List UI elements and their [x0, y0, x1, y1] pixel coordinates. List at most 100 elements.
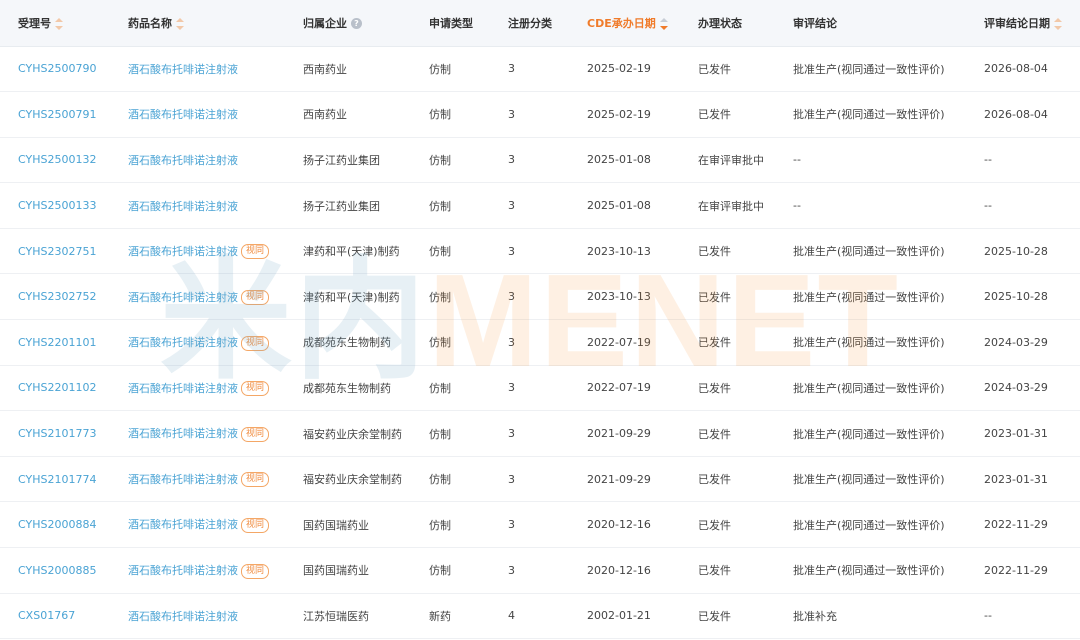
cell-drug-name-text[interactable]: 酒石酸布托啡诺注射液: [128, 336, 238, 349]
cell-drug-name[interactable]: 酒石酸布托啡诺注射液 视同: [110, 320, 285, 366]
cell-acceptance-no-text[interactable]: CYHS2000885: [18, 564, 96, 577]
cell-company: 成都苑东生物制药: [285, 365, 411, 411]
cell-drug-name[interactable]: 酒石酸布托啡诺注射液 视同: [110, 228, 285, 274]
cell-drug-name-text[interactable]: 酒石酸布托啡诺注射液: [128, 473, 238, 486]
sort-icon[interactable]: [1054, 17, 1062, 30]
cell-acceptance-no-text[interactable]: CYHS2201102: [18, 381, 96, 394]
cell-application-type: 仿制: [411, 320, 490, 366]
cell-acceptance-no[interactable]: CYHS2500791: [0, 92, 110, 138]
cell-acceptance-no[interactable]: CYHS2101774: [0, 456, 110, 502]
cell-acceptance-no-text[interactable]: CYHS2500133: [18, 199, 96, 212]
sort-icon[interactable]: [176, 17, 184, 30]
table-row[interactable]: CYHS2000885 酒石酸布托啡诺注射液 视同 国药国瑞药业 仿制 3 2020-12-…: [0, 548, 1080, 594]
cell-drug-name[interactable]: 酒石酸布托啡诺注射液: [110, 92, 285, 138]
cell-acceptance-no[interactable]: CYHS2500133: [0, 183, 110, 229]
cell-acceptance-no-text[interactable]: CYHS2000884: [18, 518, 96, 531]
cell-acceptance-no[interactable]: CYHS2000884: [0, 502, 110, 548]
cell-acceptance-no[interactable]: CYHS2000885: [0, 548, 110, 594]
cell-conclusion: 批准生产(视同通过一致性评价): [775, 456, 966, 502]
cell-acceptance-no[interactable]: CYHS2302751: [0, 228, 110, 274]
cell-drug-name[interactable]: 酒石酸布托啡诺注射液 视同: [110, 548, 285, 594]
cell-acceptance-no-text[interactable]: CYHS2302752: [18, 290, 96, 303]
cell-cde-date: 2025-02-19: [569, 46, 680, 92]
cell-drug-name[interactable]: 酒石酸布托啡诺注射液: [110, 593, 285, 639]
cell-acceptance-no-text[interactable]: CYHS2101774: [18, 473, 96, 486]
cell-acceptance-no[interactable]: CXS01767: [0, 593, 110, 639]
table-row[interactable]: CYHS2500791 酒石酸布托啡诺注射液 西南药业 仿制 3 2025-02-19 已发…: [0, 92, 1080, 138]
cell-acceptance-no-text[interactable]: CYHS2500132: [18, 153, 96, 166]
cell-registration-class-text: 3: [508, 427, 515, 441]
cell-conclusion-text: 批准生产(视同通过一致性评价): [793, 518, 945, 532]
cell-review-date-text: 2024-03-29: [984, 381, 1048, 395]
cell-drug-name[interactable]: 酒石酸布托啡诺注射液 视同: [110, 456, 285, 502]
cell-drug-name-text[interactable]: 酒石酸布托啡诺注射液: [128, 382, 238, 395]
cell-company: 扬子江药业集团: [285, 183, 411, 229]
table-row[interactable]: CYHS2000884 酒石酸布托啡诺注射液 视同 国药国瑞药业 仿制 3 2020-12-…: [0, 502, 1080, 548]
table-row[interactable]: CYHS2101773 酒石酸布托啡诺注射液 视同 福安药业庆余堂制药 仿制 3 2021-…: [0, 411, 1080, 457]
cell-company-text: 津药和平(天津)制药: [303, 290, 400, 304]
cell-drug-name-text[interactable]: 酒石酸布托啡诺注射液: [128, 63, 238, 76]
col-header-cde-date[interactable]: CDE承办日期: [569, 0, 680, 47]
cell-drug-name-text[interactable]: 酒石酸布托啡诺注射液: [128, 200, 238, 213]
table-row[interactable]: CYHS2500132 酒石酸布托啡诺注射液 扬子江药业集团 仿制 3 2025-01-0…: [0, 137, 1080, 183]
col-header-label: 评审结论日期: [984, 16, 1050, 30]
cell-acceptance-no-text[interactable]: CYHS2201101: [18, 336, 96, 349]
help-icon[interactable]: ?: [351, 18, 362, 30]
cell-registration-class: 3: [490, 137, 569, 183]
sort-icon[interactable]: [55, 17, 63, 30]
cell-acceptance-no-text[interactable]: CYHS2101773: [18, 427, 96, 440]
cell-drug-name[interactable]: 酒石酸布托啡诺注射液 视同: [110, 411, 285, 457]
col-header-drug-name[interactable]: 药品名称: [110, 0, 285, 47]
cell-drug-name[interactable]: 酒石酸布托啡诺注射液: [110, 46, 285, 92]
cell-cde-date: 2023-10-13: [569, 274, 680, 320]
cell-status: 在审评审批中: [680, 183, 775, 229]
sort-desc-icon[interactable]: [659, 17, 668, 30]
cell-acceptance-no[interactable]: CYHS2302752: [0, 274, 110, 320]
cell-acceptance-no[interactable]: CYHS2201102: [0, 365, 110, 411]
col-header-review-date[interactable]: 评审结论日期: [966, 0, 1080, 47]
cell-acceptance-no-text[interactable]: CYHS2500790: [18, 62, 96, 75]
cell-drug-name-text[interactable]: 酒石酸布托啡诺注射液: [128, 291, 238, 304]
cell-company-text: 津药和平(天津)制药: [303, 245, 400, 259]
cell-status-text: 已发件: [698, 245, 731, 259]
table-row[interactable]: CYHS2201101 酒石酸布托啡诺注射液 视同 成都苑东生物制药 仿制 3 2022-0…: [0, 320, 1080, 366]
table-row[interactable]: CYHS2302752 酒石酸布托啡诺注射液 视同 津药和平(天津)制药 仿制 3 2023…: [0, 274, 1080, 320]
cell-drug-name-text[interactable]: 酒石酸布托啡诺注射液: [128, 245, 238, 258]
cell-acceptance-no[interactable]: CYHS2101773: [0, 411, 110, 457]
table-row[interactable]: CYHS2101774 酒石酸布托啡诺注射液 视同 福安药业庆余堂制药 仿制 3 2021-…: [0, 456, 1080, 502]
cell-drug-name[interactable]: 酒石酸布托啡诺注射液: [110, 137, 285, 183]
table-row[interactable]: CYHS2500790 酒石酸布托啡诺注射液 西南药业 仿制 3 2025-02-19 已发…: [0, 46, 1080, 92]
table-row[interactable]: CYHS2201102 酒石酸布托啡诺注射液 视同 成都苑东生物制药 仿制 3 2022-0…: [0, 365, 1080, 411]
cell-status-text: 已发件: [698, 381, 731, 395]
table-row[interactable]: CYHS2500133 酒石酸布托啡诺注射液 扬子江药业集团 仿制 3 2025-01-0…: [0, 183, 1080, 229]
cell-registration-class: 3: [490, 92, 569, 138]
cell-acceptance-no[interactable]: CYHS2500790: [0, 46, 110, 92]
cell-drug-name[interactable]: 酒石酸布托啡诺注射液 视同: [110, 274, 285, 320]
col-header-acceptance-no[interactable]: 受理号: [0, 0, 110, 47]
cell-drug-name[interactable]: 酒石酸布托啡诺注射液 视同: [110, 365, 285, 411]
cell-registration-class-text: 3: [508, 199, 515, 213]
cell-drug-name-text[interactable]: 酒石酸布托啡诺注射液: [128, 518, 238, 531]
cell-review-date: 2023-01-31: [966, 456, 1080, 502]
cell-company-text: 国药国瑞药业: [303, 564, 369, 578]
cell-cde-date-text: 2022-07-19: [587, 381, 651, 395]
cell-registration-class: 3: [490, 365, 569, 411]
cell-registration-class: 4: [490, 593, 569, 639]
cell-acceptance-no[interactable]: CYHS2201101: [0, 320, 110, 366]
col-header-label: 申请类型: [429, 16, 473, 30]
cell-acceptance-no-text[interactable]: CXS01767: [18, 609, 75, 622]
equivalence-badge: 视同: [241, 517, 270, 533]
cell-drug-name-text[interactable]: 酒石酸布托啡诺注射液: [128, 564, 238, 577]
cell-acceptance-no-text[interactable]: CYHS2302751: [18, 245, 96, 258]
cell-acceptance-no[interactable]: CYHS2500132: [0, 137, 110, 183]
cell-drug-name-text[interactable]: 酒石酸布托啡诺注射液: [128, 610, 238, 623]
table-row[interactable]: CYHS2302751 酒石酸布托啡诺注射液 视同 津药和平(天津)制药 仿制 3 2023…: [0, 228, 1080, 274]
cell-acceptance-no-text[interactable]: CYHS2500791: [18, 108, 96, 121]
cell-drug-name-text[interactable]: 酒石酸布托啡诺注射液: [128, 108, 238, 121]
table-row[interactable]: CXS01767 酒石酸布托啡诺注射液 江苏恒瑞医药 新药 4 2002-01-21 已发件…: [0, 593, 1080, 639]
cell-drug-name[interactable]: 酒石酸布托啡诺注射液 视同: [110, 502, 285, 548]
cell-drug-name-text[interactable]: 酒石酸布托啡诺注射液: [128, 154, 238, 167]
cell-drug-name-text[interactable]: 酒石酸布托啡诺注射液: [128, 427, 238, 440]
cell-company: 江苏恒瑞医药: [285, 593, 411, 639]
cell-drug-name[interactable]: 酒石酸布托啡诺注射液: [110, 183, 285, 229]
